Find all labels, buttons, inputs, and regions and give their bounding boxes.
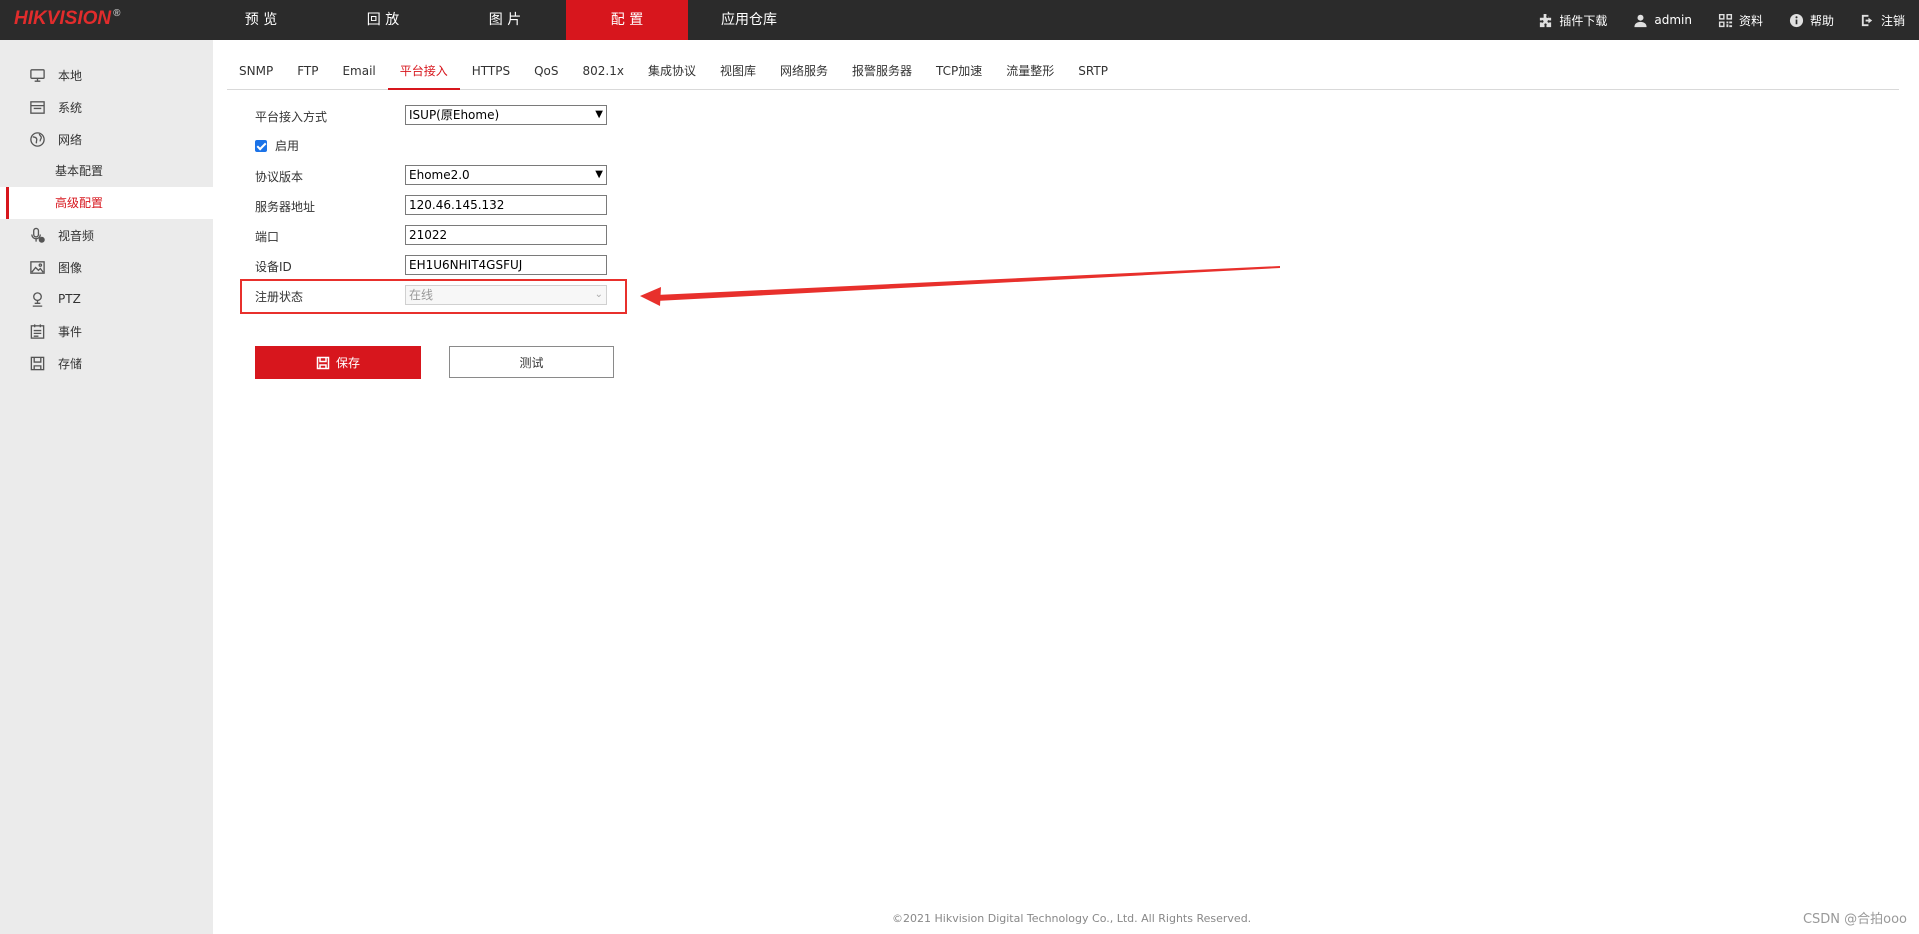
user-label: admin <box>1654 13 1692 27</box>
tab-platform-access[interactable]: 平台接入 <box>387 52 460 90</box>
save-button[interactable]: 保存 <box>255 346 421 379</box>
monitor-icon <box>28 66 46 84</box>
sidebar-item-storage[interactable]: 存储 <box>0 347 213 379</box>
device-id-input[interactable]: EH1U6NHIT4GSFUJ <box>405 255 607 275</box>
qrcode-icon <box>1718 13 1733 27</box>
server-address-label: 服务器地址 <box>255 200 316 214</box>
top-toolbar: 插件下载 admin 资料 帮助 注销 <box>1538 0 1905 40</box>
port-label: 端口 <box>255 230 280 244</box>
enable-label: 启用 <box>275 139 300 153</box>
protocol-version-select[interactable]: Ehome2.0 ▼ <box>405 165 607 185</box>
storage-icon <box>28 354 46 372</box>
tab-snmp[interactable]: SNMP <box>227 52 285 90</box>
sidebar-item-label: 系统 <box>58 100 83 115</box>
sidebar-item-label: 本地 <box>58 68 83 83</box>
sidebar-item-label: 图像 <box>58 260 83 275</box>
test-button[interactable]: 测试 <box>449 346 614 378</box>
tab-qos[interactable]: QoS <box>522 52 570 90</box>
annotation-highlight-box <box>240 279 627 314</box>
access-mode-value: ISUP(原Ehome) <box>409 108 500 122</box>
microphone-icon <box>28 226 46 244</box>
sidebar-item-label: 视音频 <box>58 228 95 243</box>
sidebar-item-ptz[interactable]: PTZ <box>0 283 213 315</box>
sidebar-item-label: PTZ <box>58 292 81 306</box>
user-icon <box>1634 14 1647 27</box>
nav-picture[interactable]: 图 片 <box>444 0 566 40</box>
hikvision-logo: HIKVISION ® <box>14 8 121 29</box>
globe-icon <box>28 130 46 148</box>
top-bar: HIKVISION ® 预 览 回 放 图 片 配 置 应用仓库 插件下载 adm… <box>0 0 1919 40</box>
sidebar-item-local[interactable]: 本地 <box>0 59 213 91</box>
protocol-version-label: 协议版本 <box>255 170 304 184</box>
save-icon <box>316 356 330 369</box>
tab-email[interactable]: Email <box>330 52 387 90</box>
sidebar-item-event[interactable]: 事件 <box>0 315 213 347</box>
annotation-arrow-shaft <box>656 266 1280 301</box>
data-label: 资料 <box>1738 13 1763 28</box>
watermark: CSDN @合拍ooo <box>1802 912 1907 927</box>
nav-preview[interactable]: 预 览 <box>200 0 322 40</box>
chevron-down-icon: ▼ <box>595 109 603 120</box>
system-icon <box>28 98 46 116</box>
sidebar-subitem-basic-config[interactable]: 基本配置 <box>0 155 213 187</box>
help-icon <box>1789 13 1804 27</box>
tab-8021x[interactable]: 802.1x <box>571 52 636 90</box>
tab-alarm-server[interactable]: 报警服务器 <box>840 52 924 90</box>
tab-view-library[interactable]: 视图库 <box>708 52 768 90</box>
image-icon <box>28 258 46 276</box>
access-mode-select[interactable]: ISUP(原Ehome) ▼ <box>405 105 607 125</box>
data-button[interactable]: 资料 <box>1718 12 1763 29</box>
sidebar-item-label: 存储 <box>58 356 83 371</box>
plugin-download-label: 插件下载 <box>1559 13 1608 28</box>
sidebar-item-network[interactable]: 网络 <box>0 123 213 155</box>
port-input[interactable]: 21022 <box>405 225 607 245</box>
calendar-icon <box>28 322 46 340</box>
sidebar-item-image[interactable]: 图像 <box>0 251 213 283</box>
plugin-download-button[interactable]: 插件下载 <box>1538 12 1607 29</box>
chevron-down-icon: ▼ <box>595 169 603 180</box>
sidebar-item-label: 网络 <box>58 132 83 147</box>
tab-srtp[interactable]: SRTP <box>1066 52 1120 90</box>
server-address-input[interactable]: 120.46.145.132 <box>405 195 607 215</box>
tab-ftp[interactable]: FTP <box>285 52 330 90</box>
sidebar-item-video-audio[interactable]: 视音频 <box>0 219 213 251</box>
enable-row: 启用 <box>255 137 299 154</box>
config-tabs: SNMP FTP Email 平台接入 HTTPS QoS 802.1x 集成协… <box>227 52 1899 90</box>
user-button[interactable]: admin <box>1633 13 1692 28</box>
tab-network-service[interactable]: 网络服务 <box>768 52 840 90</box>
puzzle-icon <box>1540 13 1552 27</box>
enable-checkbox[interactable] <box>255 139 267 152</box>
protocol-version-value: Ehome2.0 <box>409 168 470 182</box>
sidebar-item-system[interactable]: 系统 <box>0 91 213 123</box>
tab-https[interactable]: HTTPS <box>460 52 522 90</box>
annotation-arrow-head <box>640 287 661 306</box>
tab-traffic-shaping[interactable]: 流量整形 <box>994 52 1066 90</box>
sidebar: 本地 系统 网络 基本配置 高级配置 视音频 图像 PTZ 事件 存储 <box>0 40 213 934</box>
sidebar-item-label: 事件 <box>58 324 83 339</box>
nav-playback[interactable]: 回 放 <box>322 0 444 40</box>
help-label: 帮助 <box>1809 13 1834 28</box>
device-id-label: 设备ID <box>255 260 292 274</box>
tab-tcp-acceleration[interactable]: TCP加速 <box>924 52 994 90</box>
logout-button[interactable]: 注销 <box>1860 12 1905 29</box>
top-nav: 预 览 回 放 图 片 配 置 应用仓库 <box>200 0 810 40</box>
logout-label: 注销 <box>1880 13 1905 28</box>
save-label: 保存 <box>335 356 360 370</box>
nav-app-store[interactable]: 应用仓库 <box>688 0 810 40</box>
copyright-footer: ©2021 Hikvision Digital Technology Co., … <box>892 912 1252 925</box>
nav-configuration[interactable]: 配 置 <box>566 0 688 40</box>
access-mode-label: 平台接入方式 <box>255 110 328 124</box>
help-button[interactable]: 帮助 <box>1789 12 1834 29</box>
sidebar-subitem-advanced-config[interactable]: 高级配置 <box>0 187 213 219</box>
tab-integration-protocol[interactable]: 集成协议 <box>636 52 708 90</box>
ptz-icon <box>28 290 46 308</box>
logout-icon <box>1861 14 1873 26</box>
